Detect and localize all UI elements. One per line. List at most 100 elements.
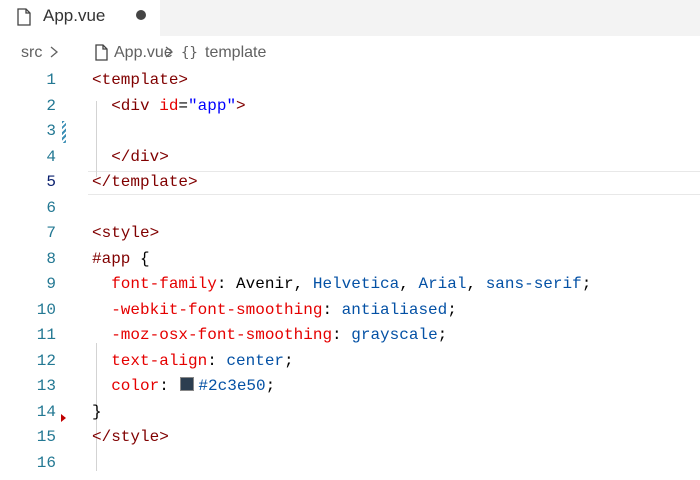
line-number: 14 (36, 402, 56, 421)
code-text: <style> (92, 224, 159, 242)
code-token: : (332, 326, 352, 344)
modified-line-indicator[interactable] (62, 121, 66, 143)
code-token: <template> (92, 71, 189, 89)
code-line[interactable]: 6 (0, 196, 700, 222)
code-line[interactable]: 1 <template> (0, 68, 700, 94)
breadcrumb: src App.vue {} template (0, 36, 700, 68)
code-token: ; (447, 300, 457, 319)
code-line[interactable]: 13 color: #2c3e50; (0, 374, 700, 400)
code-text: text-align: center; (92, 351, 294, 370)
line-number: 2 (46, 96, 56, 115)
line-number: 3 (46, 122, 56, 140)
code-token: id (159, 96, 179, 115)
line-number: 7 (46, 224, 56, 242)
line-number: 12 (36, 351, 56, 370)
code-line[interactable]: 12 text-align: center; (0, 349, 700, 375)
breadcrumb-folder[interactable]: src (21, 44, 42, 62)
tab-label: App.vue (43, 6, 106, 25)
code-line[interactable]: 5 </template> (0, 170, 700, 196)
code-text: <template> (92, 71, 188, 89)
code-token: #2c3e50 (198, 377, 266, 395)
code-token: font-family (111, 275, 217, 293)
braces-icon: {} (181, 45, 198, 61)
code-token: ; (284, 351, 294, 370)
file-icon (17, 8, 31, 26)
code-token: ; (265, 377, 276, 395)
code-token: center (226, 351, 285, 370)
code-token: #app (92, 249, 131, 268)
deleted-line-marker-icon[interactable] (61, 413, 66, 422)
code-text: </template> (92, 173, 198, 191)
code-token: > (236, 96, 246, 115)
line-number: 1 (46, 71, 56, 89)
code-token: : Avenir, (216, 275, 313, 293)
code-text: #app { (92, 250, 150, 268)
code-text: -moz-osx-font-smoothing: grayscale; (92, 326, 447, 344)
code-token: color (111, 377, 160, 395)
code-token: grayscale (351, 326, 438, 344)
line-number: 8 (46, 249, 56, 268)
file-icon (95, 44, 108, 61)
tab-app-vue[interactable]: App.vue (0, 0, 160, 36)
code-token: <style> (92, 224, 160, 242)
code-token: , (399, 275, 419, 293)
code-text: color: #2c3e50; (92, 377, 275, 395)
code-token: : (322, 300, 342, 319)
line-number: 11 (36, 326, 56, 344)
code-token: </template> (92, 173, 198, 191)
code-token: ; (437, 326, 448, 344)
code-token: </style> (92, 428, 169, 446)
code-text: -webkit-font-smoothing: antialiased; (92, 301, 457, 319)
code-text: </div> (92, 148, 169, 166)
code-text: font-family: Avenir, Helvetica, Arial, s… (92, 275, 591, 293)
line-number: 10 (36, 300, 56, 319)
code-token: antialiased (341, 300, 448, 319)
line-number: 9 (46, 275, 56, 293)
code-token: } (92, 402, 102, 421)
chevron-right-icon (50, 46, 59, 58)
code-line[interactable]: 2 <div id="app"> (0, 94, 700, 120)
line-number: 13 (36, 377, 56, 395)
breadcrumb-symbol[interactable]: template (205, 44, 266, 62)
code-token: : (207, 351, 227, 370)
code-token: -webkit-font-smoothing (111, 300, 323, 319)
code-token: -moz-osx-font-smoothing (111, 326, 333, 344)
code-line[interactable]: 4 </div> (0, 145, 700, 171)
code-line[interactable]: 9 font-family: Avenir, Helvetica, Arial,… (0, 272, 700, 298)
unsaved-dot-icon[interactable] (136, 10, 146, 20)
color-swatch[interactable] (180, 377, 195, 391)
code-text: } (92, 403, 102, 421)
code-token: sans-serif (485, 275, 582, 293)
code-line[interactable]: 3 (0, 119, 700, 145)
code-text: <div id="app"> (92, 96, 246, 115)
code-token: { (130, 249, 150, 268)
code-text: </style> (92, 428, 169, 446)
code-line[interactable]: 15 </style> (0, 425, 700, 451)
code-editor[interactable]: 1 <template> 2 <div id="app"> 3 4 </div> 5 </t… (0, 68, 700, 480)
code-line[interactable]: 7 <style> (0, 221, 700, 247)
code-token: Arial (418, 275, 467, 293)
code-line[interactable]: 10 -webkit-font-smoothing: antialiased; (0, 298, 700, 324)
code-token: "app" (188, 96, 237, 115)
code-line[interactable]: 16 (0, 451, 700, 477)
tab-bar: App.vue (0, 0, 700, 36)
code-line[interactable]: 11 -moz-osx-font-smoothing: grayscale; (0, 323, 700, 349)
code-line[interactable]: 14} (0, 400, 700, 426)
line-number: 5 (46, 173, 56, 191)
code-token: </div> (111, 147, 169, 166)
line-number: 15 (36, 428, 56, 446)
code-token: Helvetica (312, 275, 400, 293)
code-token: <div (111, 96, 150, 115)
code-token: : (159, 377, 179, 395)
code-line[interactable]: 8 #app { (0, 247, 700, 273)
code-token: text-align (111, 351, 208, 370)
line-number: 4 (46, 147, 56, 166)
